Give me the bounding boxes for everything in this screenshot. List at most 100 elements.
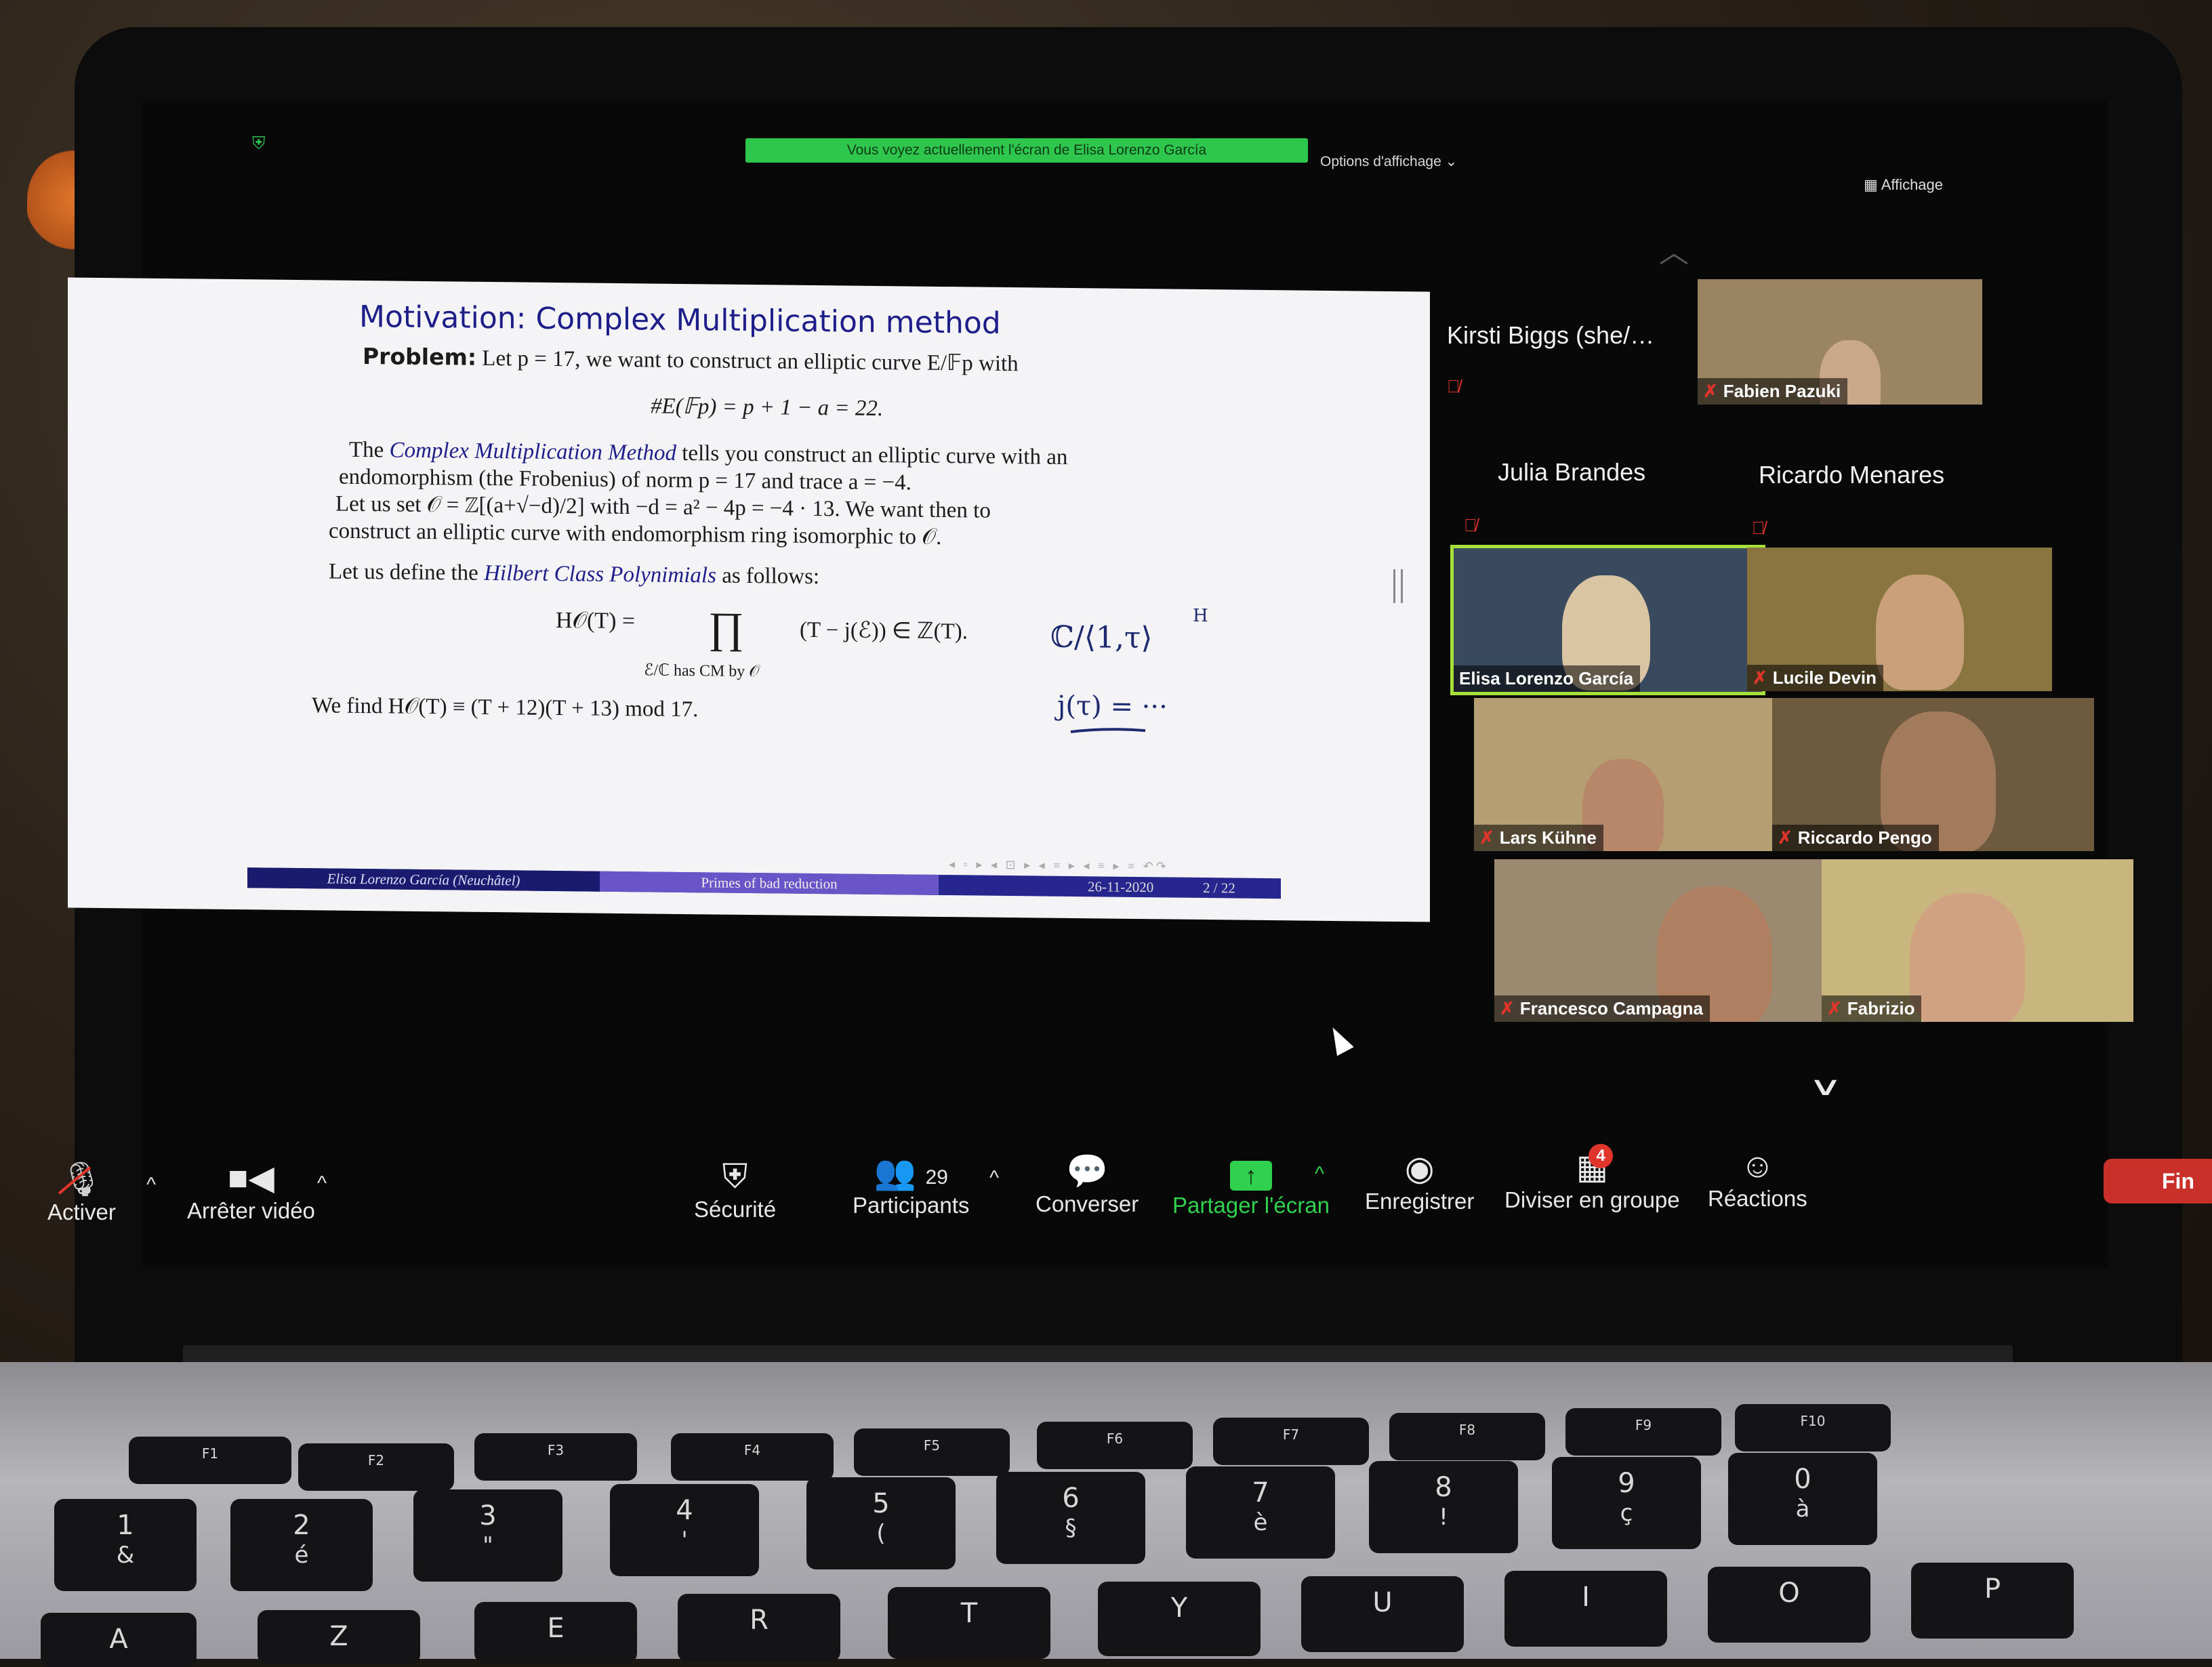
mic-muted-icon: ✗: [1753, 667, 1767, 688]
video-options-caret-icon[interactable]: ^: [317, 1172, 327, 1195]
unmute-button[interactable]: 🎙 Activer: [47, 1159, 116, 1225]
participant-video-tile-active-speaker[interactable]: Elisa Lorenzo García: [1450, 545, 1765, 695]
result-line: We find H𝒪(T) ≡ (T + 12)(T + 13) mod 17.: [312, 693, 699, 722]
keyboard-key[interactable]: R: [678, 1594, 840, 1662]
view-options-dropdown[interactable]: Options d'affichage ⌄: [1320, 153, 1457, 170]
keyboard-key[interactable]: A: [41, 1613, 197, 1667]
keyboard-key[interactable]: I: [1504, 1571, 1667, 1647]
participant-video-tile[interactable]: ✗ Fabrizio: [1822, 859, 2133, 1022]
function-key[interactable]: F7: [1213, 1418, 1369, 1465]
cm-line1-pre: The: [349, 437, 384, 463]
participant-tile-name-only[interactable]: Kirsti Biggs (she/…: [1447, 321, 1654, 350]
cm-method-term: Complex Multiplication Method: [389, 438, 676, 466]
define-pre: Let us define the: [329, 559, 478, 585]
participant-video-tile[interactable]: ✗ Lars Kühne: [1474, 698, 1772, 851]
audio-options-caret-icon[interactable]: ^: [146, 1174, 156, 1197]
microphone-muted-icon: 🎙: [47, 1159, 116, 1199]
participant-name-label: ✗ Francesco Campagna: [1494, 995, 1711, 1022]
cm-line1-post: tells you construct an elliptic curve wi…: [682, 440, 1068, 470]
participant-video-tile[interactable]: ✗ Riccardo Pengo: [1772, 698, 2094, 851]
participant-tile-name-only[interactable]: Ricardo Menares: [1759, 461, 1944, 489]
keyboard-key[interactable]: 0à: [1728, 1453, 1877, 1545]
function-key[interactable]: F10: [1735, 1404, 1891, 1452]
function-key[interactable]: F3: [474, 1433, 637, 1481]
share-label: Partager l'écran: [1172, 1193, 1330, 1218]
keyboard-key[interactable]: 9ç: [1552, 1457, 1701, 1549]
chat-label: Converser: [1036, 1191, 1139, 1216]
problem-text: Let p = 17, we want to construct an elli…: [482, 346, 1019, 377]
reactions-label: Réactions: [1708, 1186, 1807, 1211]
keyboard-key[interactable]: 4 ': [610, 1484, 759, 1576]
record-button[interactable]: ◉ Enregistrer: [1365, 1148, 1474, 1214]
share-options-caret-icon[interactable]: ^: [1315, 1163, 1324, 1186]
footer-page-number: 2 / 22: [1203, 880, 1235, 897]
video-camera-icon: ■◀: [228, 1159, 274, 1197]
split-view-drag-handle[interactable]: [1393, 569, 1403, 603]
function-key[interactable]: F2: [298, 1443, 454, 1491]
annotation-line2: j(τ) = ···: [1054, 691, 1168, 723]
participant-name-label: ✗ Fabrizio: [1822, 995, 1922, 1022]
participants-options-caret-icon[interactable]: ^: [989, 1167, 999, 1190]
keyboard-key[interactable]: Z: [258, 1610, 420, 1664]
participant-name-label: ✗ Fabien Pazuki: [1698, 378, 1848, 405]
keyboard-key[interactable]: 6 §: [996, 1472, 1145, 1564]
screen-share-banner: Vous voyez actuellement l'écran de Elisa…: [745, 138, 1308, 163]
participant-video-tile[interactable]: ✗ Lucile Devin: [1747, 548, 2052, 691]
participant-video-feed: [1876, 575, 1964, 690]
participant-name-label: ✗ Lars Kühne: [1474, 825, 1603, 851]
keyboard-key[interactable]: 5(: [806, 1477, 956, 1569]
function-key[interactable]: F4: [671, 1433, 834, 1481]
record-label: Enregistrer: [1365, 1189, 1475, 1214]
unmute-label: Activer: [47, 1199, 116, 1224]
keyboard-key[interactable]: P: [1911, 1563, 2074, 1639]
keyboard-key[interactable]: 2é: [230, 1499, 373, 1591]
security-label: Sécurité: [694, 1197, 777, 1222]
shared-slide: Motivation: Complex Multiplication metho…: [68, 277, 1430, 922]
problem-statement: Problem: Let p = 17, we want to construc…: [363, 343, 1019, 377]
participants-button[interactable]: 👥 29 Participants: [853, 1152, 969, 1218]
participant-name-label: Elisa Lorenzo García: [1454, 665, 1641, 692]
participant-video-tile[interactable]: ✗ Francesco Campagna: [1494, 859, 1823, 1022]
keyboard-key[interactable]: 8!: [1369, 1461, 1518, 1553]
record-circle-icon: ◉: [1404, 1149, 1435, 1187]
footer-author: Elisa Lorenzo García (Neuchâtel): [247, 867, 600, 892]
function-key[interactable]: F9: [1565, 1408, 1721, 1456]
annotation-underline: [1070, 728, 1146, 733]
function-key[interactable]: F1: [129, 1437, 291, 1484]
annotation-line1: ℂ/⟨1,τ⟩: [1050, 620, 1152, 656]
keyboard-key[interactable]: 1 &: [54, 1499, 197, 1591]
breakout-label: Diviser en groupe: [1504, 1187, 1680, 1212]
mic-muted-icon: ✗: [1500, 998, 1515, 1018]
keyboard-key[interactable]: 7è: [1186, 1466, 1335, 1559]
share-screen-arrow-icon: ↑: [1172, 1152, 1330, 1193]
keyboard-key[interactable]: U: [1301, 1576, 1464, 1652]
keyboard-key[interactable]: E: [474, 1602, 637, 1663]
mic-muted-icon: 🎙̸: [1447, 376, 1460, 396]
previous-page-chevron-icon[interactable]: ︿: [1659, 228, 1689, 271]
function-key[interactable]: F8: [1389, 1413, 1545, 1460]
reactions-button[interactable]: ☺ Réactions: [1708, 1145, 1807, 1212]
function-key[interactable]: F5: [854, 1428, 1010, 1476]
share-screen-button[interactable]: ↑ Partager l'écran: [1172, 1152, 1330, 1218]
stop-video-button[interactable]: ■◀ Arrêter vidéo: [187, 1157, 315, 1224]
chat-button[interactable]: 💬 Converser: [1036, 1151, 1139, 1217]
participants-label: Participants: [853, 1193, 970, 1218]
keyboard-key[interactable]: Y: [1098, 1582, 1261, 1656]
security-button[interactable]: ⛨ Sécurité: [694, 1156, 776, 1222]
define-post: as follows:: [722, 563, 820, 590]
function-key[interactable]: F6: [1037, 1422, 1193, 1469]
mic-muted-icon: ✗: [1703, 381, 1718, 401]
next-page-chevron-icon[interactable]: ∨: [1808, 1071, 1843, 1101]
end-meeting-button[interactable]: Fin: [2104, 1159, 2212, 1203]
security-shield-icon: ⛨: [722, 1157, 748, 1195]
pen-annotation-drawing: ℂ/⟨1,τ⟩ H j(τ) = ···: [1050, 606, 1208, 733]
encryption-shield-icon[interactable]: ⛨: [252, 134, 270, 152]
keyboard-key[interactable]: T: [888, 1587, 1050, 1659]
keyboard-key[interactable]: O: [1708, 1567, 1870, 1643]
keyboard-key[interactable]: 3 ": [413, 1489, 562, 1582]
participant-video-tile[interactable]: ✗ Fabien Pazuki: [1698, 279, 1982, 405]
participant-tile-name-only[interactable]: Julia Brandes: [1498, 458, 1645, 487]
participants-count: 29: [925, 1166, 948, 1189]
view-mode-button[interactable]: ▦ Affichage: [1864, 176, 1943, 194]
mic-muted-icon: 🎙̸: [1464, 515, 1477, 535]
